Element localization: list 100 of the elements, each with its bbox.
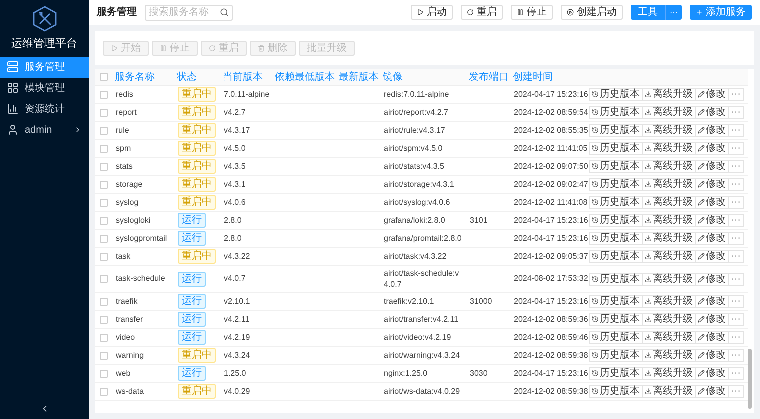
header-checkbox[interactable]	[100, 73, 108, 81]
row-checkbox[interactable]	[100, 298, 108, 306]
action-button[interactable]: 修改	[695, 272, 729, 286]
row-checkbox[interactable]	[100, 90, 108, 98]
action-button[interactable]: 历史版本	[589, 142, 643, 155]
more-button[interactable]: ···	[728, 313, 744, 326]
status-tag: 运行	[178, 213, 206, 228]
row-checkbox[interactable]	[100, 352, 108, 360]
row-checkbox[interactable]	[100, 316, 108, 324]
action-button[interactable]: 修改	[695, 313, 729, 326]
more-button[interactable]: ···	[728, 106, 744, 119]
action-button[interactable]: 修改	[695, 214, 729, 227]
more-button[interactable]: ···	[728, 178, 744, 191]
action-button[interactable]: 离线升级	[642, 196, 696, 209]
sidebar-item[interactable]: 资源统计	[0, 98, 89, 120]
download-icon	[645, 253, 652, 260]
row-checkbox[interactable]	[100, 162, 108, 170]
action-button[interactable]: 历史版本	[589, 160, 643, 173]
action-button[interactable]: 修改	[695, 106, 729, 119]
table-cell-text: rule	[115, 124, 130, 136]
row-checkbox[interactable]	[100, 234, 108, 242]
action-button[interactable]: 历史版本	[589, 349, 643, 362]
action-button[interactable]: 离线升级	[642, 214, 696, 227]
action-button[interactable]: 历史版本	[589, 295, 643, 308]
action-button[interactable]: 离线升级	[642, 295, 696, 308]
action-button[interactable]: 修改	[695, 232, 729, 245]
header-button[interactable]: 停止	[511, 5, 553, 20]
more-button[interactable]: ···	[728, 214, 744, 227]
action-button[interactable]: 离线升级	[642, 124, 696, 137]
more-button[interactable]: ···	[728, 385, 744, 398]
action-button[interactable]: 离线升级	[642, 142, 696, 155]
action-button[interactable]: 离线升级	[642, 178, 696, 191]
header-button[interactable]: 重启	[461, 5, 503, 20]
action-button[interactable]: 历史版本	[589, 250, 643, 263]
more-button[interactable]: ···	[728, 272, 744, 286]
row-checkbox[interactable]	[100, 370, 108, 378]
sidebar-item[interactable]: admin	[0, 120, 89, 140]
action-button[interactable]: 离线升级	[642, 367, 696, 380]
more-button[interactable]: ···	[728, 232, 744, 245]
more-button[interactable]: ···	[728, 142, 744, 155]
action-button[interactable]: 离线升级	[642, 313, 696, 326]
action-button[interactable]: 历史版本	[589, 232, 643, 245]
action-button[interactable]: 离线升级	[642, 160, 696, 173]
search-icon[interactable]	[220, 8, 228, 17]
action-button[interactable]: 历史版本	[589, 272, 643, 286]
action-button[interactable]: 离线升级	[642, 106, 696, 119]
action-button[interactable]: 修改	[695, 142, 729, 155]
row-checkbox[interactable]	[100, 216, 108, 224]
more-button[interactable]: ···	[728, 250, 744, 263]
header-button[interactable]: 启动	[411, 5, 453, 20]
row-checkbox[interactable]	[100, 144, 108, 152]
action-button[interactable]: 历史版本	[589, 331, 643, 344]
action-button[interactable]: 离线升级	[642, 250, 696, 263]
row-checkbox[interactable]	[100, 252, 108, 260]
action-button[interactable]: 修改	[695, 196, 729, 209]
row-checkbox[interactable]	[100, 388, 108, 396]
action-button[interactable]: 历史版本	[589, 88, 643, 101]
more-button[interactable]: ···	[728, 160, 744, 173]
more-button[interactable]: ···	[728, 124, 744, 137]
scrollbar-thumb[interactable]	[748, 349, 752, 409]
action-button[interactable]: 离线升级	[642, 272, 696, 286]
action-button[interactable]: 离线升级	[642, 88, 696, 101]
more-button[interactable]: ···	[728, 295, 744, 308]
action-button[interactable]: 历史版本	[589, 313, 643, 326]
action-button[interactable]: 离线升级	[642, 385, 696, 398]
sidebar-item[interactable]: 模块管理	[0, 78, 89, 98]
action-button[interactable]: 历史版本	[589, 367, 643, 380]
action-button[interactable]: 历史版本	[589, 214, 643, 227]
chevron-right-icon	[74, 126, 82, 134]
action-button[interactable]: 修改	[695, 124, 729, 137]
action-button[interactable]: 历史版本	[589, 385, 643, 398]
action-button[interactable]: 离线升级	[642, 331, 696, 344]
row-checkbox[interactable]	[100, 108, 108, 116]
action-button[interactable]: 离线升级	[642, 349, 696, 362]
action-button[interactable]: 历史版本	[589, 178, 643, 191]
row-checkbox[interactable]	[100, 126, 108, 134]
more-button[interactable]: ···	[728, 331, 744, 344]
action-button[interactable]: 历史版本	[589, 196, 643, 209]
action-button[interactable]: 历史版本	[589, 124, 643, 137]
search-field[interactable]: 搜索服务名称	[145, 4, 233, 20]
row-checkbox[interactable]	[100, 334, 108, 342]
row-checkbox[interactable]	[100, 275, 108, 283]
more-button[interactable]: ···	[728, 196, 744, 209]
more-button[interactable]: ···	[728, 367, 744, 380]
more-button[interactable]: ···	[728, 88, 744, 101]
action-button[interactable]: 修改	[695, 160, 729, 173]
action-button[interactable]: 修改	[695, 178, 729, 191]
action-button[interactable]: 修改	[695, 367, 729, 380]
action-button[interactable]: 修改	[695, 349, 729, 362]
action-button[interactable]: 离线升级	[642, 232, 696, 245]
action-button[interactable]: 历史版本	[589, 106, 643, 119]
header-button[interactable]: 创建启动	[561, 5, 623, 20]
action-button[interactable]: 修改	[695, 385, 729, 398]
more-button[interactable]: ···	[728, 349, 744, 362]
row-checkbox[interactable]	[100, 180, 108, 188]
action-button[interactable]: 修改	[695, 88, 729, 101]
action-button[interactable]: 修改	[695, 295, 729, 308]
action-button[interactable]: 修改	[695, 331, 729, 344]
action-button[interactable]: 修改	[695, 250, 729, 263]
row-checkbox[interactable]	[100, 198, 108, 206]
